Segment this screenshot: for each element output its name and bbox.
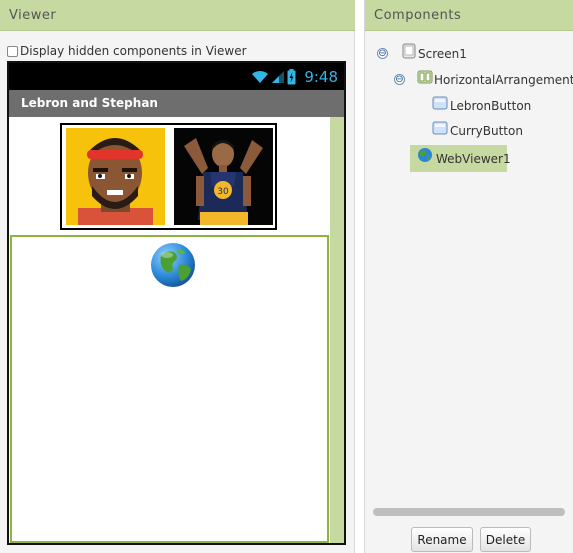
tree-label-screen1: Screen1	[418, 47, 467, 61]
button-icon	[432, 121, 448, 135]
globe-icon	[151, 243, 195, 287]
screen-content: 30	[9, 117, 344, 543]
delete-button[interactable]: Delete	[480, 527, 531, 552]
curry-photo-image: 30	[174, 128, 273, 225]
signal-icon	[272, 71, 285, 83]
tree-node-currybutton[interactable]: CurryButton	[365, 120, 573, 142]
status-icons: 9:48	[251, 67, 338, 87]
tree-node-screen1[interactable]: ⊖ Screen1	[365, 43, 573, 65]
screen-icon	[402, 43, 416, 59]
components-horizontal-scrollbar[interactable]	[373, 508, 565, 516]
screen-scrollbar[interactable]	[330, 117, 344, 543]
wifi-icon	[252, 70, 269, 83]
status-bar: 9:48	[9, 63, 344, 90]
components-panel: Components ⊖ Screen1 ⊖ HorizontalArrange…	[364, 0, 573, 553]
webviewer-preview[interactable]	[10, 235, 329, 543]
app-inventor-designer: Viewer Display hidden components in View…	[0, 0, 573, 553]
tree-node-horizontalarrangement1[interactable]: ⊖ HorizontalArrangement1	[365, 69, 573, 91]
phone-preview: 9:48 Lebron and Stephan 30	[7, 61, 346, 545]
webviewer-globe-icon	[418, 148, 432, 162]
horizontal-arrangement[interactable]: 30	[60, 123, 277, 230]
status-time: 9:48	[304, 68, 338, 86]
tree-label-lebronbutton: LebronButton	[450, 99, 532, 113]
components-header: Components	[365, 0, 573, 31]
rename-button[interactable]: Rename	[411, 527, 473, 552]
lebron-button[interactable]	[66, 128, 165, 225]
jersey-number: 30	[217, 187, 229, 197]
tree-label-horizontalarrangement1: HorizontalArrangement1	[434, 73, 573, 87]
display-hidden-components-toggle[interactable]: Display hidden components in Viewer	[7, 42, 247, 60]
tree-node-lebronbutton[interactable]: LebronButton	[365, 95, 573, 117]
viewer-panel: Viewer Display hidden components in View…	[0, 0, 355, 553]
app-title-bar: Lebron and Stephan	[9, 90, 344, 117]
display-hidden-checkbox[interactable]	[7, 45, 18, 57]
collapse-horizontalarrangement1-toggle[interactable]: ⊖	[394, 74, 405, 85]
curry-button[interactable]: 30	[174, 128, 273, 225]
lebron-portrait-image	[66, 128, 165, 225]
tree-label-webviewer1: WebViewer1	[436, 152, 511, 166]
display-hidden-label: Display hidden components in Viewer	[20, 44, 247, 58]
tree-node-webviewer1[interactable]: WebViewer1	[410, 145, 511, 172]
tree-label-currybutton: CurryButton	[450, 124, 523, 138]
components-tree: ⊖ Screen1 ⊖ HorizontalArrangement1 Lebro…	[365, 31, 573, 505]
horizontal-arrangement-icon	[417, 70, 433, 84]
collapse-screen1-toggle[interactable]: ⊖	[377, 48, 388, 59]
viewer-header: Viewer	[0, 0, 355, 31]
battery-icon	[287, 69, 296, 85]
button-icon	[432, 96, 448, 110]
